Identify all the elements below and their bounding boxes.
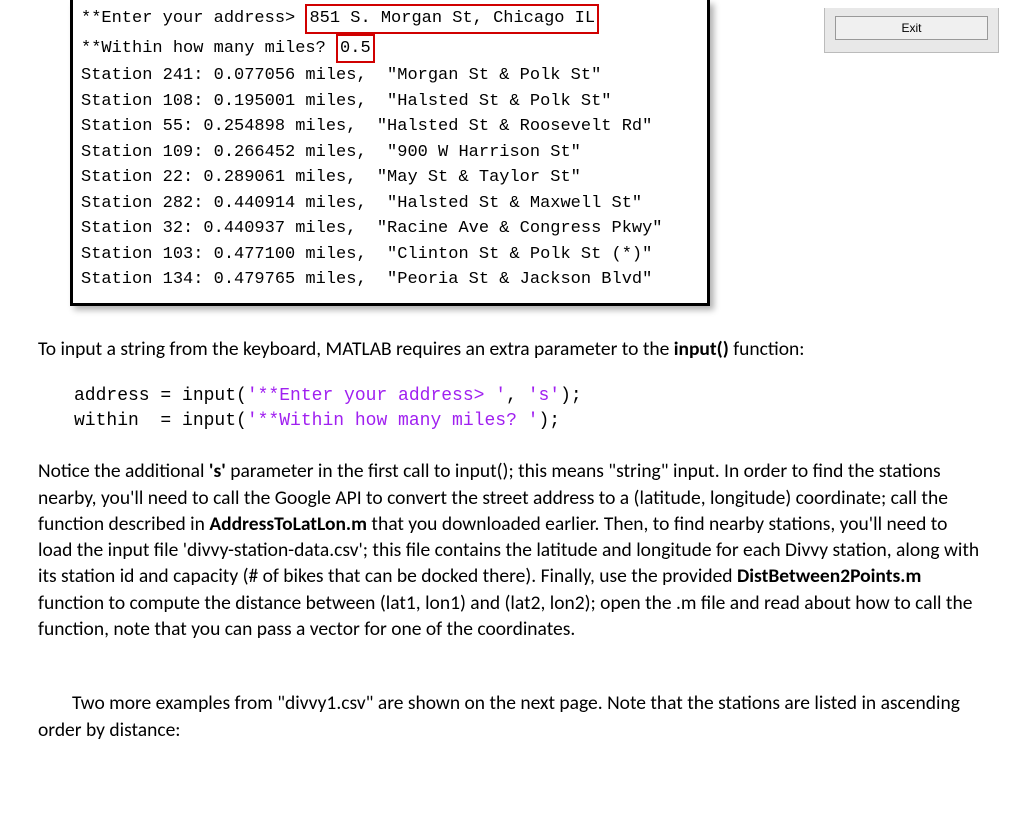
exit-area: Exit xyxy=(824,8,999,53)
top-section: **Enter your address> 851 S. Morgan St, … xyxy=(0,0,1024,306)
text: function to compute the distance between… xyxy=(38,591,972,641)
miles-input-highlight: 0.5 xyxy=(336,34,375,64)
station-line: Station 108: 0.195001 miles, "Halsted St… xyxy=(81,89,699,115)
code-block: address = input('**Enter your address> '… xyxy=(38,380,986,452)
code-text: , xyxy=(506,386,528,406)
code-string: '**Enter your address> ' xyxy=(247,386,506,406)
file-ref: DistBetween2Points.m xyxy=(737,564,921,588)
bold-text: 's' xyxy=(209,459,226,483)
console-prompt-address: **Enter your address> 851 S. Morgan St, … xyxy=(81,4,699,34)
console-prompt-miles: **Within how many miles? 0.5 xyxy=(81,34,699,64)
code-string: 's' xyxy=(528,386,560,406)
text: function: xyxy=(729,337,805,361)
station-line: Station 241: 0.077056 miles, "Morgan St … xyxy=(81,63,699,89)
text: To input a string from the keyboard, MAT… xyxy=(38,337,674,361)
station-line: Station 103: 0.477100 miles, "Clinton St… xyxy=(81,242,699,268)
text: Notice the additional xyxy=(38,459,209,483)
file-ref: AddressToLatLon.m xyxy=(209,512,367,536)
code-text: ); xyxy=(560,386,582,406)
station-line: Station 55: 0.254898 miles, "Halsted St … xyxy=(81,114,699,140)
paragraph-2: Notice the additional 's' parameter in t… xyxy=(38,458,986,642)
exit-panel: Exit xyxy=(824,0,1024,53)
code-ref: input() xyxy=(674,337,729,361)
exit-button[interactable]: Exit xyxy=(835,16,988,40)
document-body: To input a string from the keyboard, MAT… xyxy=(0,306,1024,744)
paragraph-1: To input a string from the keyboard, MAT… xyxy=(38,336,986,362)
code-text: ); xyxy=(538,411,560,431)
code-text: within = input( xyxy=(74,411,247,431)
code-text: address = input( xyxy=(74,386,247,406)
prompt-label-2: **Within how many miles? xyxy=(81,39,336,58)
station-line: Station 134: 0.479765 miles, "Peoria St … xyxy=(81,267,699,293)
address-input-highlight: 851 S. Morgan St, Chicago IL xyxy=(305,4,599,34)
prompt-label-1: **Enter your address> xyxy=(81,9,305,28)
station-line: Station 22: 0.289061 miles, "May St & Ta… xyxy=(81,165,699,191)
station-line: Station 282: 0.440914 miles, "Halsted St… xyxy=(81,191,699,217)
station-line: Station 32: 0.440937 miles, "Racine Ave … xyxy=(81,216,699,242)
paragraph-3: Two more examples from "divvy1.csv" are … xyxy=(38,690,986,743)
code-string: '**Within how many miles? ' xyxy=(247,411,539,431)
console-output: **Enter your address> 851 S. Morgan St, … xyxy=(70,0,710,306)
station-line: Station 109: 0.266452 miles, "900 W Harr… xyxy=(81,140,699,166)
